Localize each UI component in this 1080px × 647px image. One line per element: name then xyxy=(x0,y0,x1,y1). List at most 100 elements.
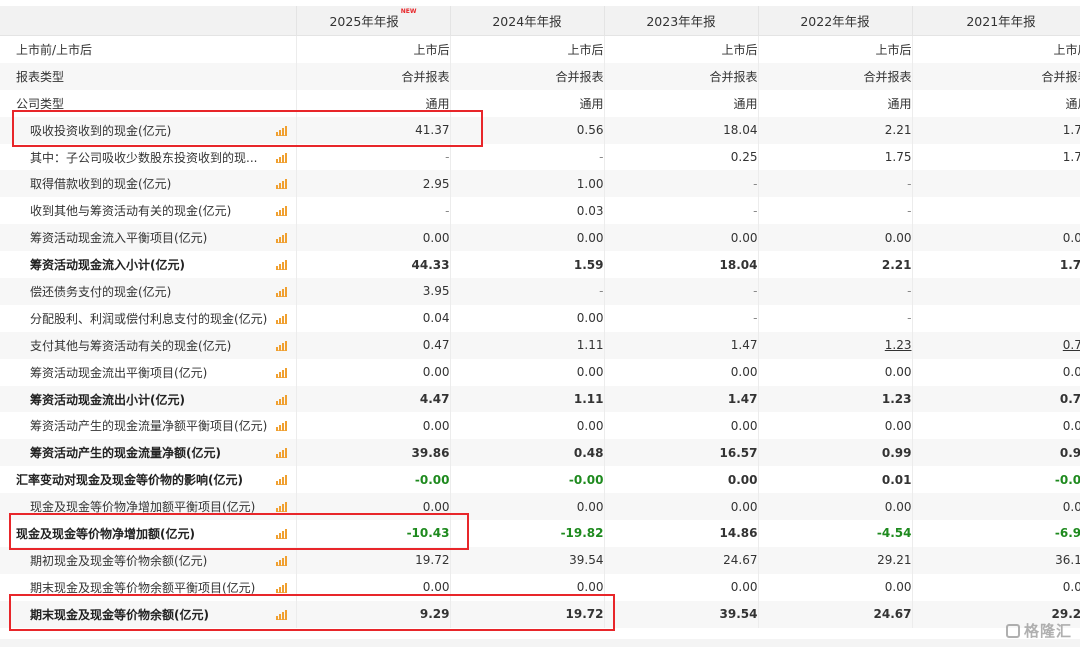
cell-value: 0.56 xyxy=(576,123,604,138)
row-label-cell: 汇率变动对现金及现金等价物的影响(亿元) xyxy=(0,466,297,494)
cell-value: 19.72 xyxy=(565,607,604,622)
bar-chart-icon[interactable] xyxy=(275,420,287,432)
row-label: 分配股利、利润或偿付利息支付的现金(亿元) xyxy=(30,311,268,326)
bar-chart-icon[interactable] xyxy=(275,609,287,620)
bar-chart-icon[interactable] xyxy=(275,394,287,405)
cell-value: 39.54 xyxy=(719,607,758,622)
value-cell: 0.00 xyxy=(758,573,913,601)
bar-chart-icon[interactable] xyxy=(275,313,287,324)
cell-value: - xyxy=(753,284,758,299)
value-cell: 0.00 xyxy=(604,358,759,386)
year-header-2023[interactable]: 2023年年报 xyxy=(604,6,759,36)
year-header-2024[interactable]: 2024年年报 xyxy=(450,6,605,36)
row-label: 期末现金及现金等价物余额(亿元) xyxy=(30,607,209,622)
cell-value: - xyxy=(599,150,604,164)
cell-value: 上市后 xyxy=(413,42,450,57)
cell-value: 1.70 xyxy=(1059,257,1080,272)
row-label: 筹资活动现金流入小计(亿元) xyxy=(30,258,185,273)
cell-value: 0.00 xyxy=(730,365,758,380)
cell-value: 0.99 xyxy=(1059,445,1080,460)
row-label-cell: 筹资活动现金流入平衡项目(亿元) xyxy=(0,224,297,252)
year-header-2021[interactable]: 2021年年报 xyxy=(912,6,1080,36)
value-cell: - xyxy=(604,170,759,198)
row-label: 汇率变动对现金及现金等价物的影响(亿元) xyxy=(16,473,243,488)
cell-value: - xyxy=(445,203,450,218)
row-label-cell: 吸收投资收到的现金(亿元) xyxy=(0,116,297,144)
table-row: 偿还债务支付的现金(亿元)3.95---- xyxy=(0,278,1080,305)
value-cell: 0.00 xyxy=(450,573,605,601)
cell-value: 通用 xyxy=(733,96,758,111)
value-cell: 41.37 xyxy=(296,116,451,144)
year-header-2025[interactable]: 2025年年报NEW xyxy=(296,6,451,36)
table-row: 取得借款收到的现金(亿元)2.951.00--- xyxy=(0,170,1080,198)
cell-value: -0.00 xyxy=(1054,472,1080,487)
cell-value: 0.03 xyxy=(576,203,604,218)
value-cell: 上市后 xyxy=(758,35,913,63)
value-cell: 0.00 xyxy=(604,412,759,440)
cell-value: 0.00 xyxy=(576,311,604,326)
row-label: 报表类型 xyxy=(16,69,65,84)
bar-chart-icon[interactable] xyxy=(275,259,287,271)
cell-value: 0.00 xyxy=(1062,580,1080,595)
bar-chart-icon[interactable] xyxy=(275,286,287,298)
year-header-label: 2022年年报 xyxy=(800,14,870,29)
bar-chart-icon[interactable] xyxy=(275,367,287,378)
row-label-cell: 取得借款收到的现金(亿元) xyxy=(0,170,297,198)
value-cell: 0.00 xyxy=(296,493,451,521)
bar-chart-icon[interactable] xyxy=(275,205,287,217)
table-row: 现金及现金等价物净增加额(亿元) -10.43 -19.82 14.86 -4.54 -6… xyxy=(0,520,1080,547)
value-cell: 1.70 xyxy=(912,251,1080,279)
bar-chart-icon[interactable] xyxy=(275,501,287,513)
value-cell: 0.99 xyxy=(912,439,1080,467)
year-header-2022[interactable]: 2022年年报 xyxy=(758,6,913,36)
value-cell: 上市后 xyxy=(296,35,451,63)
bar-chart-icon[interactable] xyxy=(275,178,287,190)
bar-chart-icon[interactable] xyxy=(275,555,287,566)
cell-value: 19.72 xyxy=(415,553,450,568)
value-cell: 39.54 xyxy=(450,546,605,574)
row-label: 现金及现金等价物净增加额平衡项目(亿元) xyxy=(30,500,256,515)
cell-value: 0.00 xyxy=(576,418,604,433)
bar-chart-icon[interactable] xyxy=(275,232,287,244)
value-cell: 2.21 xyxy=(758,251,913,279)
value-cell: 1.47 xyxy=(604,331,759,359)
cell-value: 0.00 xyxy=(422,418,450,433)
value-cell: 上市后 xyxy=(604,35,759,63)
bar-chart-icon[interactable] xyxy=(275,447,287,459)
value-cell: 0.00 xyxy=(912,573,1080,601)
bar-chart-icon[interactable] xyxy=(275,528,287,540)
cell-value[interactable]: 1.23 xyxy=(885,338,911,352)
value-cell: 0.00 xyxy=(912,224,1080,252)
bar-chart-icon[interactable] xyxy=(275,125,287,136)
value-cell: 18.04 xyxy=(604,116,759,144)
cell-value: 上市后 xyxy=(1053,42,1080,57)
bar-chart-icon[interactable] xyxy=(275,340,287,351)
cell-value: 0.00 xyxy=(730,230,758,245)
bar-chart-icon[interactable] xyxy=(275,152,287,163)
watermark: 格隆汇 xyxy=(1005,620,1072,641)
table-row: 分配股利、利润或偿付利息支付的现金(亿元)0.040.00--- xyxy=(0,304,1080,332)
value-cell: 1.75 xyxy=(758,143,913,171)
horizontal-scrollbar[interactable] xyxy=(0,639,1080,647)
bar-chart-icon[interactable] xyxy=(275,582,287,593)
cell-value: 1.70 xyxy=(1062,123,1080,138)
value-cell: 36.16 xyxy=(912,546,1080,574)
cell-value: 44.33 xyxy=(411,257,450,272)
value-cell: 0.00 xyxy=(296,412,451,440)
cell-value: 9.29 xyxy=(419,607,450,622)
cell-value: 2.21 xyxy=(884,123,912,138)
year-header-label: 2025年年报 xyxy=(329,14,399,29)
value-cell: -0.00 xyxy=(912,466,1080,494)
cell-value[interactable]: 0.71 xyxy=(1063,338,1080,352)
bar-chart-icon[interactable] xyxy=(275,474,287,486)
value-cell: 0.48 xyxy=(450,439,605,467)
row-label-cell: 期初现金及现金等价物余额(亿元) xyxy=(0,546,297,574)
cell-value: 0.00 xyxy=(422,230,450,245)
cell-value: 39.86 xyxy=(411,445,450,460)
value-cell: 1.70 xyxy=(912,116,1080,144)
row-label-cell: 分配股利、利润或偿付利息支付的现金(亿元) xyxy=(0,304,297,332)
value-cell: 39.54 xyxy=(604,600,759,628)
cell-value: - xyxy=(907,203,912,218)
row-label: 期初现金及现金等价物余额(亿元) xyxy=(30,553,208,568)
value-cell: - xyxy=(758,278,913,305)
